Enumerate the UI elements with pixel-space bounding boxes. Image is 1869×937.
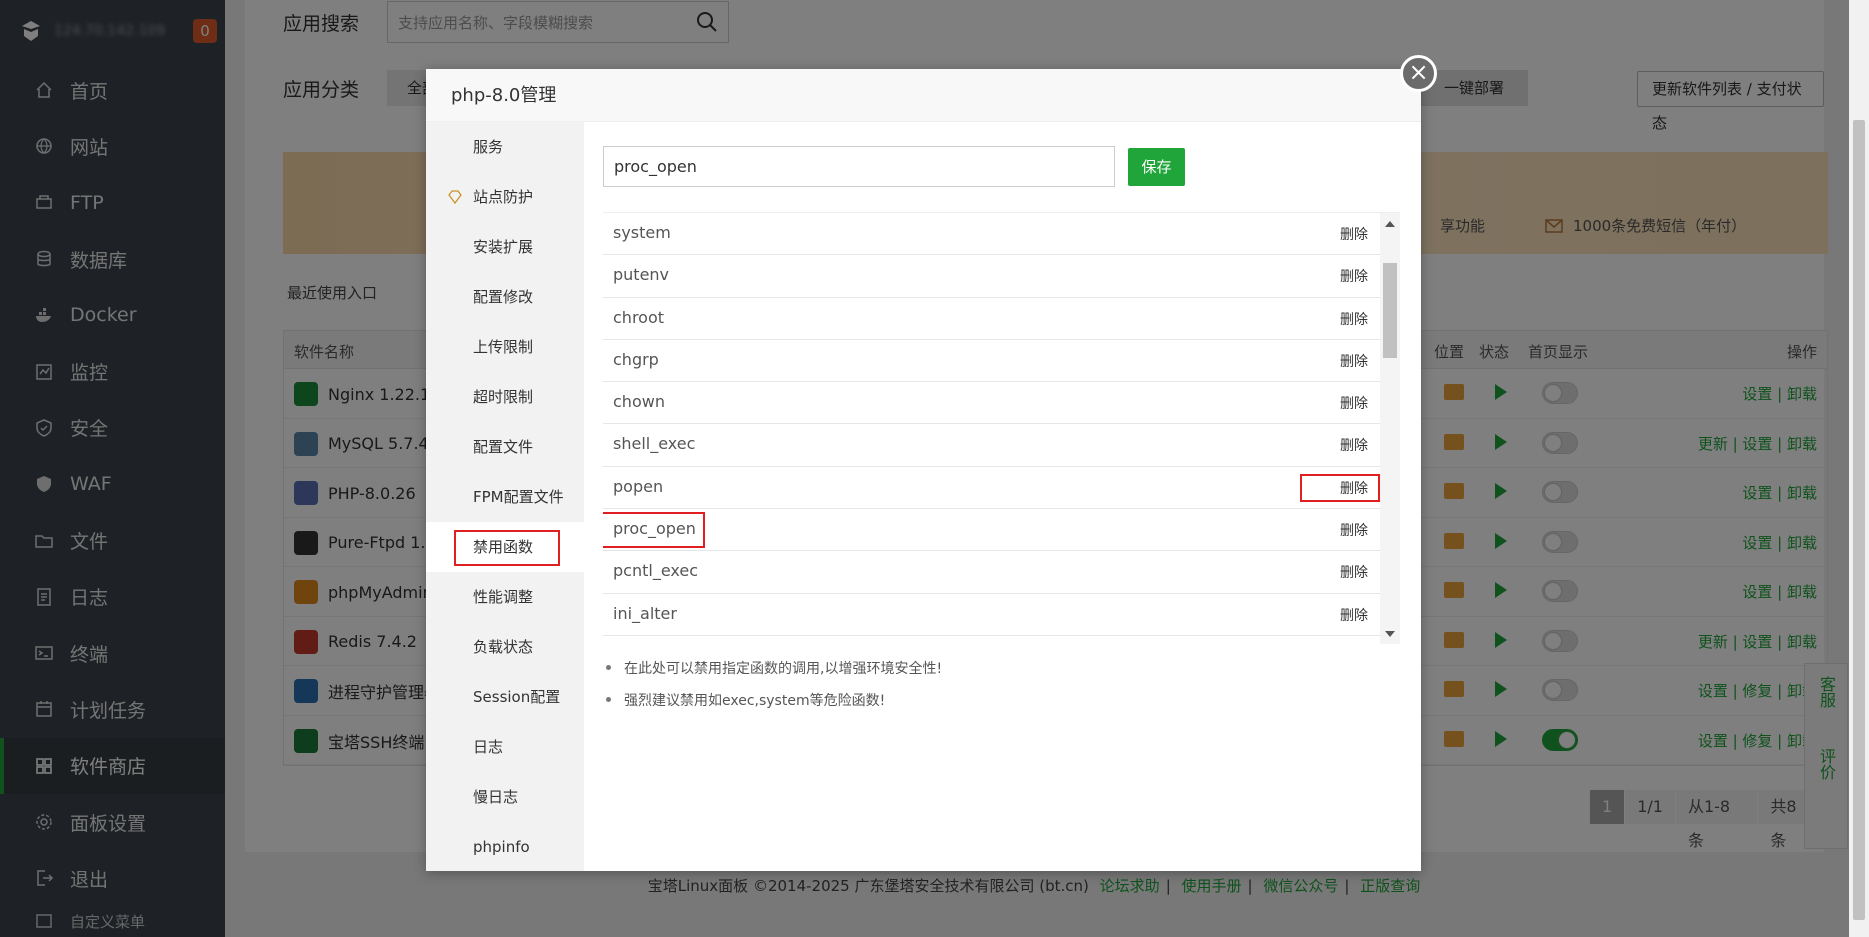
modal-nav-label: phpinfo (473, 838, 530, 856)
modal-nav-label: 站点防护 (473, 188, 534, 206)
modal-nav-label: 超时限制 (473, 388, 534, 406)
php-manage-modal: php-8.0管理 服务站点防护安装扩展配置修改上传限制超时限制配置文件 FPM配… (426, 69, 1421, 871)
delete-button[interactable]: 删除 (1340, 520, 1368, 540)
modal-nav-item-4[interactable]: 上传限制 (426, 322, 584, 372)
page-scrollbar-thumb[interactable] (1853, 120, 1865, 920)
delete-button[interactable]: 删除 (1340, 351, 1368, 371)
function-row: proc_open 删除 (603, 509, 1380, 552)
modal-nav-label: 负载状态 (473, 638, 534, 656)
modal-nav-item-1[interactable]: 站点防护 (426, 172, 584, 222)
function-row: putenv 删除 (603, 255, 1380, 298)
list-scrollbar[interactable] (1380, 213, 1400, 644)
function-row: chroot 删除 (603, 298, 1380, 340)
function-name: ini_alter (613, 603, 677, 623)
modal-nav-item-8[interactable]: 禁用函数 (426, 522, 584, 572)
scroll-up-icon[interactable] (1385, 221, 1395, 227)
modal-nav-label: 配置修改 (473, 288, 534, 306)
delete-button[interactable]: 删除 (1340, 435, 1368, 455)
delete-button[interactable]: 删除 (1340, 266, 1368, 286)
modal-close-button[interactable]: × (1400, 55, 1437, 92)
modal-nav-label: FPM配置文件 (473, 488, 564, 506)
function-name: chgrp (613, 349, 659, 369)
delete-button[interactable]: 删除 (1340, 309, 1368, 329)
function-row: popen 删除 (603, 467, 1380, 510)
modal-nav-item-2[interactable]: 安装扩展 (426, 222, 584, 272)
function-name: shell_exec (613, 434, 696, 454)
modal-nav-label: 安装扩展 (473, 238, 534, 256)
highlight-box (1300, 473, 1380, 502)
function-name: putenv (613, 265, 670, 285)
function-name: chown (613, 392, 665, 412)
modal-nav-label: 日志 (473, 738, 504, 756)
modal-title: php-8.0管理 (426, 69, 1421, 122)
modal-nav-item-5[interactable]: 超时限制 (426, 372, 584, 422)
modal-nav-item-3[interactable]: 配置修改 (426, 272, 584, 322)
function-row: system 删除 (603, 213, 1380, 256)
tips-list: 在此处可以禁用指定函数的调用,以增强环境安全性! 强烈建议禁用如exec,sys… (604, 658, 942, 722)
modal-nav-label: 性能调整 (473, 588, 534, 606)
modal-nav-item-13[interactable]: 慢日志 (426, 772, 584, 822)
page-scrollbar[interactable] (1849, 0, 1869, 937)
function-row: chgrp 删除 (603, 340, 1380, 383)
delete-button[interactable]: 删除 (1340, 562, 1368, 582)
modal-nav-label: 服务 (473, 138, 504, 156)
disabled-functions-panel: proc_open 保存 system 删除 putenv 删除 chroot 删除 chg… (584, 122, 1421, 871)
list-scrollbar-thumb[interactable] (1383, 263, 1397, 358)
delete-button[interactable]: 删除 (1340, 224, 1368, 244)
function-name: chroot (613, 307, 665, 327)
highlight-box (454, 530, 560, 566)
function-row: chown 删除 (603, 382, 1380, 425)
function-row: shell_exec 删除 (603, 424, 1380, 467)
modal-nav-label: 慢日志 (473, 788, 519, 806)
save-button[interactable]: 保存 (1128, 148, 1185, 186)
modal-nav-item-9[interactable]: 性能调整 (426, 572, 584, 622)
modal-nav-item-12[interactable]: 日志 (426, 722, 584, 772)
function-row: pcntl_exec 删除 (603, 551, 1380, 594)
function-row: ini_alter 删除 (603, 594, 1380, 636)
tip-item: 在此处可以禁用指定函数的调用,以增强环境安全性! (604, 658, 942, 678)
modal-nav-item-11[interactable]: Session配置 (426, 672, 584, 722)
modal-nav-item-6[interactable]: 配置文件 (426, 422, 584, 472)
delete-button[interactable]: 删除 (1340, 605, 1368, 625)
modal-nav-item-0[interactable]: 服务 (426, 122, 584, 172)
function-name: popen (613, 476, 664, 496)
modal-nav-label: 上传限制 (473, 338, 534, 356)
modal-nav-item-10[interactable]: 负载状态 (426, 622, 584, 672)
modal-nav: 服务站点防护安装扩展配置修改上传限制超时限制配置文件 FPM配置文件禁用函数性能调… (426, 122, 584, 871)
function-name: system (613, 223, 671, 242)
modal-nav-item-14[interactable]: phpinfo (426, 822, 584, 872)
modal-nav-label: Session配置 (473, 688, 561, 706)
diamond-icon (448, 190, 462, 205)
modal-nav-label: 配置文件 (473, 438, 534, 456)
delete-button[interactable]: 删除 (1340, 393, 1368, 413)
scroll-down-icon[interactable] (1385, 631, 1395, 637)
function-name: pcntl_exec (613, 561, 698, 581)
highlight-box (603, 512, 705, 549)
function-row: ini_restore删除 (603, 636, 1380, 644)
modal-nav-item-7[interactable]: FPM配置文件 (426, 472, 584, 522)
disabled-functions-list: system 删除 putenv 删除 chroot 删除 chgrp 删除 chown 删除 sh… (603, 212, 1400, 644)
tip-item: 强烈建议禁用如exec,system等危险函数! (604, 690, 942, 710)
function-name-input[interactable]: proc_open (603, 146, 1115, 187)
